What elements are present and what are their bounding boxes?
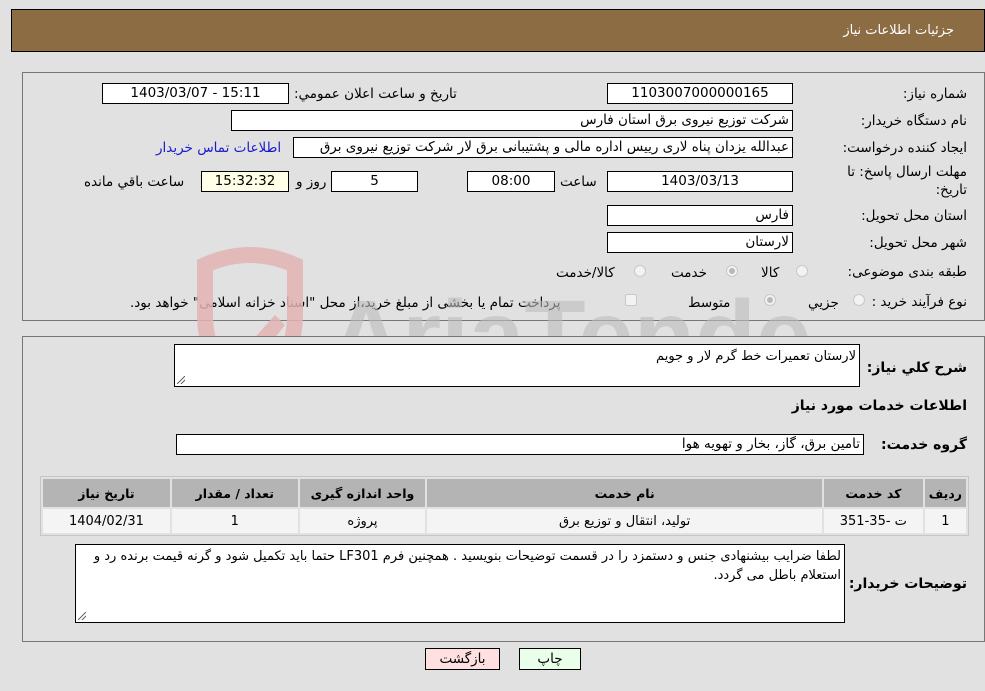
category-radio-goods[interactable] xyxy=(796,265,808,277)
cell-row-number: 1 xyxy=(924,509,966,533)
buyer-org-field[interactable]: شرکت توزیع نیروی برق استان فارس xyxy=(231,110,793,131)
requester-field[interactable]: عبدالله یزدان پناه لاری رییس اداره مالی … xyxy=(293,137,793,158)
treasury-note: پرداخت تمام یا بخشی از مبلغ خرید،از محل … xyxy=(130,295,561,311)
print-button[interactable]: چاپ xyxy=(519,648,581,670)
buyer-notes-textarea[interactable]: لطفا ضرایب بیشنهادی جنس و دستمزد را در ق… xyxy=(75,544,845,623)
buyer-notes-text: لطفا ضرایب بیشنهادی جنس و دستمزد را در ق… xyxy=(93,549,841,583)
service-group-label: گروه خدمت: xyxy=(881,437,967,453)
col-service-name: نام خدمت xyxy=(427,479,822,507)
remaining-time-label: ساعت باقي مانده xyxy=(84,174,185,190)
days-label: روز و xyxy=(296,174,327,190)
col-row-number: ردیف xyxy=(924,479,966,507)
services-table: ردیف کد خدمت نام خدمت واحد اندازه گیری ت… xyxy=(40,476,969,536)
page-header: جزئیات اطلاعات نیاز xyxy=(11,9,985,52)
category-label: طبقه بندی موضوعی: xyxy=(847,264,967,280)
category-option-service: خدمت xyxy=(671,265,707,281)
purchase-type-label: نوع فرآیند خرید : xyxy=(871,294,967,310)
buyer-org-label: نام دستگاه خریدار: xyxy=(860,113,967,129)
category-radio-goods-service[interactable] xyxy=(634,265,646,277)
delivery-province-field[interactable]: فارس xyxy=(607,205,793,226)
purchase-type-radio-medium[interactable] xyxy=(764,294,776,306)
cell-quantity: 1 xyxy=(171,509,298,533)
treasury-checkbox[interactable] xyxy=(625,294,637,306)
purchase-type-radio-minor[interactable] xyxy=(853,294,865,306)
purchase-type-option-minor: جزيي xyxy=(808,295,839,311)
deadline-time-label: ساعت xyxy=(560,174,597,190)
cell-unit: پروژه xyxy=(299,509,426,533)
description-label: شرح کلي نیاز: xyxy=(866,360,967,376)
deadline-date-field[interactable]: 1403/03/13 xyxy=(607,171,793,192)
remaining-time-field: 15:32:32 xyxy=(201,171,289,192)
description-text: لارستان تعمیرات خط گرم لار و جویم xyxy=(656,349,856,364)
page-title: جزئیات اطلاعات نیاز xyxy=(843,23,954,38)
category-option-goods-service: کالا/خدمت xyxy=(556,265,615,281)
announce-datetime-label: تاریخ و ساعت اعلان عمومي: xyxy=(294,86,457,102)
cell-service-code: ت -35-351 xyxy=(823,509,923,533)
delivery-city-field[interactable]: لارستان xyxy=(607,232,793,253)
resize-handle-icon[interactable] xyxy=(78,612,86,620)
purchase-type-option-medium: متوسط xyxy=(688,295,731,311)
buyer-contact-link[interactable]: اطلاعات تماس خریدار xyxy=(156,140,281,156)
announce-datetime-field[interactable]: 1403/03/07 - 15:11 xyxy=(102,83,289,104)
col-need-date: تاریخ نیاز xyxy=(43,479,170,507)
deadline-label-date: تاریخ: xyxy=(935,182,967,198)
category-option-goods: کالا xyxy=(761,265,780,281)
cell-need-date: 1404/02/31 xyxy=(43,509,170,533)
col-service-code: کد خدمت xyxy=(823,479,923,507)
service-group-field[interactable]: تامین برق، گاز، بخار و تهویه هوا xyxy=(176,434,864,455)
delivery-province-label: استان محل تحویل: xyxy=(861,208,967,224)
delivery-city-label: شهر محل تحویل: xyxy=(869,235,967,251)
services-section-title: اطلاعات خدمات مورد نیاز xyxy=(791,398,967,414)
col-quantity: تعداد / مقدار xyxy=(171,479,298,507)
description-textarea[interactable]: لارستان تعمیرات خط گرم لار و جویم xyxy=(174,344,860,387)
cell-service-name: تولید، انتقال و توزیع برق xyxy=(427,509,822,533)
table-header-row: ردیف کد خدمت نام خدمت واحد اندازه گیری ت… xyxy=(43,479,966,507)
need-number-field[interactable]: 1103007000000165 xyxy=(607,83,793,104)
deadline-label: مهلت ارسال پاسخ: تا xyxy=(847,164,967,180)
remaining-days-field: 5 xyxy=(331,171,418,192)
col-unit: واحد اندازه گیری xyxy=(299,479,426,507)
back-button[interactable]: بازگشت xyxy=(425,648,500,670)
requester-label: ایجاد کننده درخواست: xyxy=(842,140,967,156)
table-row: 1 ت -35-351 تولید، انتقال و توزیع برق پر… xyxy=(43,509,966,533)
need-number-label: شماره نیاز: xyxy=(902,86,967,102)
resize-handle-icon[interactable] xyxy=(177,376,185,384)
category-radio-service[interactable] xyxy=(726,265,738,277)
buyer-notes-label: توضیحات خریدار: xyxy=(848,576,967,592)
deadline-time-field[interactable]: 08:00 xyxy=(467,171,555,192)
